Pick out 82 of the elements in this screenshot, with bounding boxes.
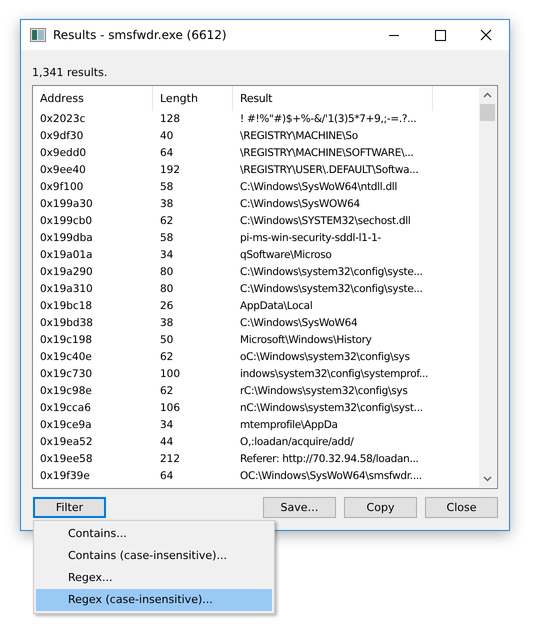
table-cell-text: 58 [159, 180, 174, 195]
table-cell-text: AppData\Local [239, 299, 314, 314]
table-cell-text: 0x2023c [39, 112, 86, 127]
table-cell-text: 0x19cca6 [39, 401, 92, 416]
menu-item[interactable]: Contains... [36, 523, 272, 545]
table-cell-text: 0x19a290 [39, 265, 94, 280]
table-cell-text: oC:\Windows\system32\config\sys [239, 350, 411, 365]
results-count: 1,341 results. [32, 65, 108, 81]
table-cell-text: 80 [159, 265, 174, 280]
table-cell-text: 100 [159, 367, 182, 382]
table-cell-text: C:\Windows\SysWoW64\ntdll.dll [239, 180, 398, 195]
app-icon [30, 28, 46, 42]
table-cell-text: 0x9df30 [39, 129, 84, 144]
table-cell-text: \REGISTRY\USER\.DEFAULT\Softwa... [239, 163, 420, 178]
table-cell-text: 0x199cb0 [39, 214, 94, 229]
table-cell-text: 50 [159, 333, 174, 348]
scrollbar[interactable] [479, 87, 496, 487]
dialog-button[interactable]: Filter [33, 497, 106, 518]
table-cell-text: ! #!%"#)$+%-&/'1(3)5*7+9,;-=.?... [239, 112, 418, 127]
table-cell-text: 0x19c40e [39, 350, 93, 365]
table-cell-text: 106 [159, 401, 182, 416]
table-cell-text: 0x19c98e [39, 384, 93, 399]
table-cell-text: 0x19ea52 [39, 435, 94, 450]
table-cell-text: 212 [159, 452, 182, 467]
table-cell-text: C:\Windows\SysWOW64 [239, 197, 361, 212]
table-cell-text: 0x19bd38 [39, 316, 94, 331]
window-title: Results - smsfwdr.exe (6612) [53, 28, 228, 42]
menu-item[interactable]: Contains (case-insensitive)... [36, 545, 272, 567]
column-header[interactable]: Result [233, 86, 433, 111]
table-cell-text: 0x9edd0 [39, 146, 88, 161]
table-cell-text: 128 [159, 112, 182, 127]
table-cell-text: 0x19ee58 [39, 452, 94, 467]
column-header[interactable]: Address [33, 86, 153, 111]
table-cell-text: 34 [159, 418, 174, 433]
table-cell-text: 62 [159, 350, 174, 365]
table-cell-text: pi-ms-win-security-sddl-l1-1- [239, 231, 382, 246]
menu-item[interactable]: Regex... [36, 567, 272, 589]
table-cell-text: nC:\Windows\system32\config\syst... [239, 401, 424, 416]
table-cell-text: O,:loadan/acquire/add/ [239, 435, 355, 450]
table-cell-text: 0x19c730 [39, 367, 94, 382]
table-cell-text: rC:\Windows\system32\config\sys [239, 384, 409, 399]
table-cell-text: Microsoft\Windows\History [239, 333, 373, 348]
table-cell-text: 0x19ce9a [39, 418, 93, 433]
table-cell-text: 0x19bc18 [39, 299, 94, 314]
table-cell-text: 34 [159, 248, 174, 263]
menu-item[interactable]: Regex (case-insensitive)... [36, 589, 272, 611]
table-cell-text: 58 [159, 231, 174, 246]
table-cell-text: 62 [159, 384, 174, 399]
table-cell-text: C:\Windows\SYSTEM32\sechost.dll [239, 214, 412, 229]
table-cell-text: 0x19f39e [39, 469, 91, 484]
table-cell-text: 0x199a30 [39, 197, 94, 212]
table-cell-text: C:\Windows\system32\config\syste... [239, 265, 424, 280]
table-cell-text: 44 [159, 435, 174, 450]
table-cell-text: 62 [159, 214, 174, 229]
dialog-button[interactable]: Close [425, 497, 498, 518]
table-cell-text: 0x199dba [39, 231, 94, 246]
table-cell-text: mtemprofile\AppDa [239, 418, 339, 433]
table-cell-text: 26 [159, 299, 174, 314]
table-cell-text: 80 [159, 282, 174, 297]
table-cell-text: 192 [159, 163, 182, 178]
table-cell-text: OC:\Windows\SysWoW64\smsfwdr.... [239, 469, 423, 484]
column-header[interactable]: Length [153, 86, 233, 111]
table-cell-text: 64 [159, 469, 174, 484]
dialog-button[interactable]: Copy [344, 497, 417, 518]
table-cell-text: 0x9f100 [39, 180, 84, 195]
table-cell-text: 38 [159, 197, 174, 212]
dialog-button[interactable]: Save… [263, 497, 336, 518]
table-cell-text: 0x19a310 [39, 282, 94, 297]
table-cell-text: 64 [159, 146, 174, 161]
table-cell-text: Referer: http://70.32.94.58/loadan... [239, 452, 420, 467]
table-cell-text: C:\Windows\SysWoW64 [239, 316, 358, 331]
table-cell-text: \REGISTRY\MACHINE\SOFTWARE\... [239, 146, 414, 161]
table-cell-text: indows\system32\config\systemprof... [239, 367, 430, 382]
table-cell-text: qSoftware\Microso [239, 248, 333, 263]
table-cell-text: 40 [159, 129, 174, 144]
table-cell-text: 0x19a01a [39, 248, 94, 263]
table-cell-text: C:\Windows\system32\config\syste... [239, 282, 424, 297]
table-cell-text: 0x19c198 [39, 333, 94, 348]
table-cell-text: 0x9ee40 [39, 163, 87, 178]
table-cell-text: \REGISTRY\MACHINE\So [239, 129, 359, 144]
scroll-thumb[interactable] [480, 104, 495, 121]
table-cell-text: 38 [159, 316, 174, 331]
